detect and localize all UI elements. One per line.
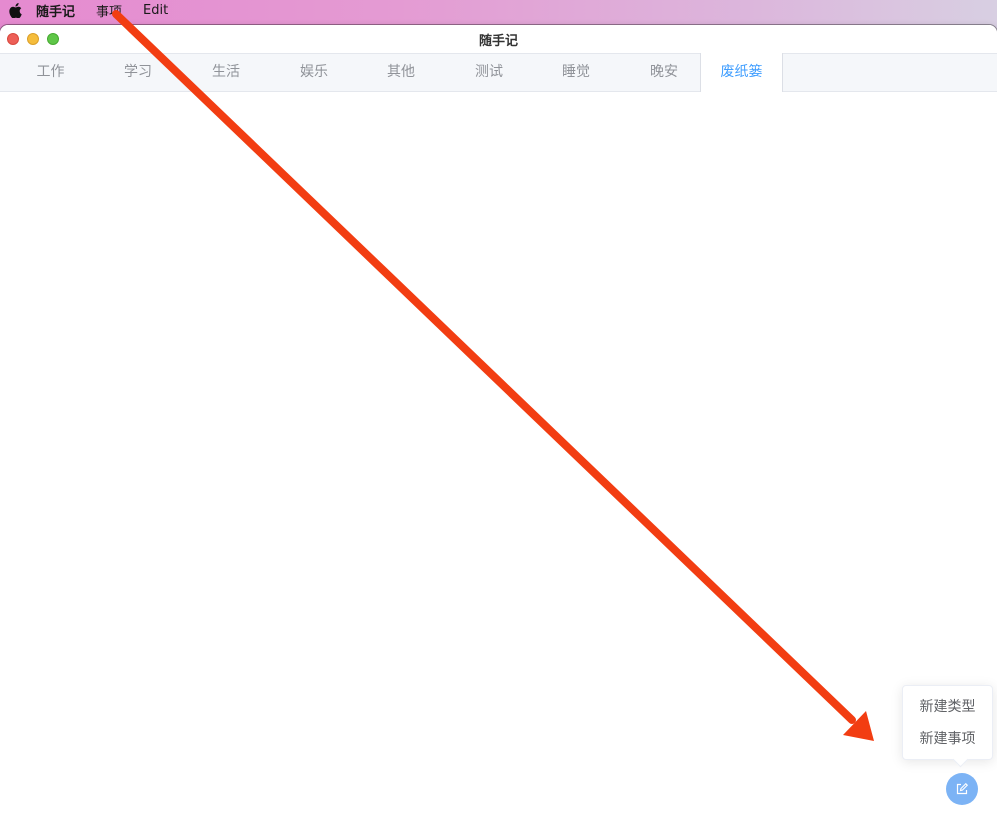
tab-goodnight[interactable]: 晚安	[620, 53, 708, 92]
category-tab-bar: 工作 学习 生活 娱乐 其他 测试 睡觉 晚安 废纸篓	[0, 53, 997, 93]
zoom-window-button[interactable]	[47, 33, 59, 45]
tab-content-area	[0, 92, 997, 823]
new-item-popover-menu: 新建类型 新建事项	[902, 685, 993, 768]
tab-test[interactable]: 测试	[445, 53, 533, 92]
tab-study[interactable]: 学习	[94, 53, 182, 92]
window-controls	[7, 33, 67, 45]
app-window: 随手记 工作 学习 生活 娱乐 其他 测试 睡觉 晚安 废纸篓	[0, 25, 997, 823]
apple-logo-icon[interactable]	[8, 2, 22, 18]
window-titlebar[interactable]: 随手记	[0, 25, 997, 53]
window-title: 随手记	[478, 33, 518, 49]
tab-other[interactable]: 其他	[357, 53, 445, 92]
edit-icon	[956, 780, 969, 799]
tab-trash[interactable]: 废纸篓	[700, 53, 783, 93]
new-category-option[interactable]: 新建类型	[903, 691, 992, 723]
tab-life[interactable]: 生活	[182, 53, 270, 92]
menu-item-shixiang[interactable]: 事项	[96, 1, 122, 20]
tab-work[interactable]: 工作	[0, 53, 101, 92]
macos-menu-bar: 随手记 事项 Edit	[0, 0, 997, 20]
tab-sleep[interactable]: 睡觉	[532, 53, 620, 92]
new-item-fab-button[interactable]	[946, 773, 978, 805]
close-window-button[interactable]	[7, 33, 19, 45]
menu-item-edit[interactable]: Edit	[143, 3, 168, 18]
menu-app-name[interactable]: 随手记	[36, 1, 75, 20]
tab-entertainment[interactable]: 娱乐	[270, 53, 358, 92]
minimize-window-button[interactable]	[27, 33, 39, 45]
new-task-option[interactable]: 新建事项	[903, 723, 992, 755]
